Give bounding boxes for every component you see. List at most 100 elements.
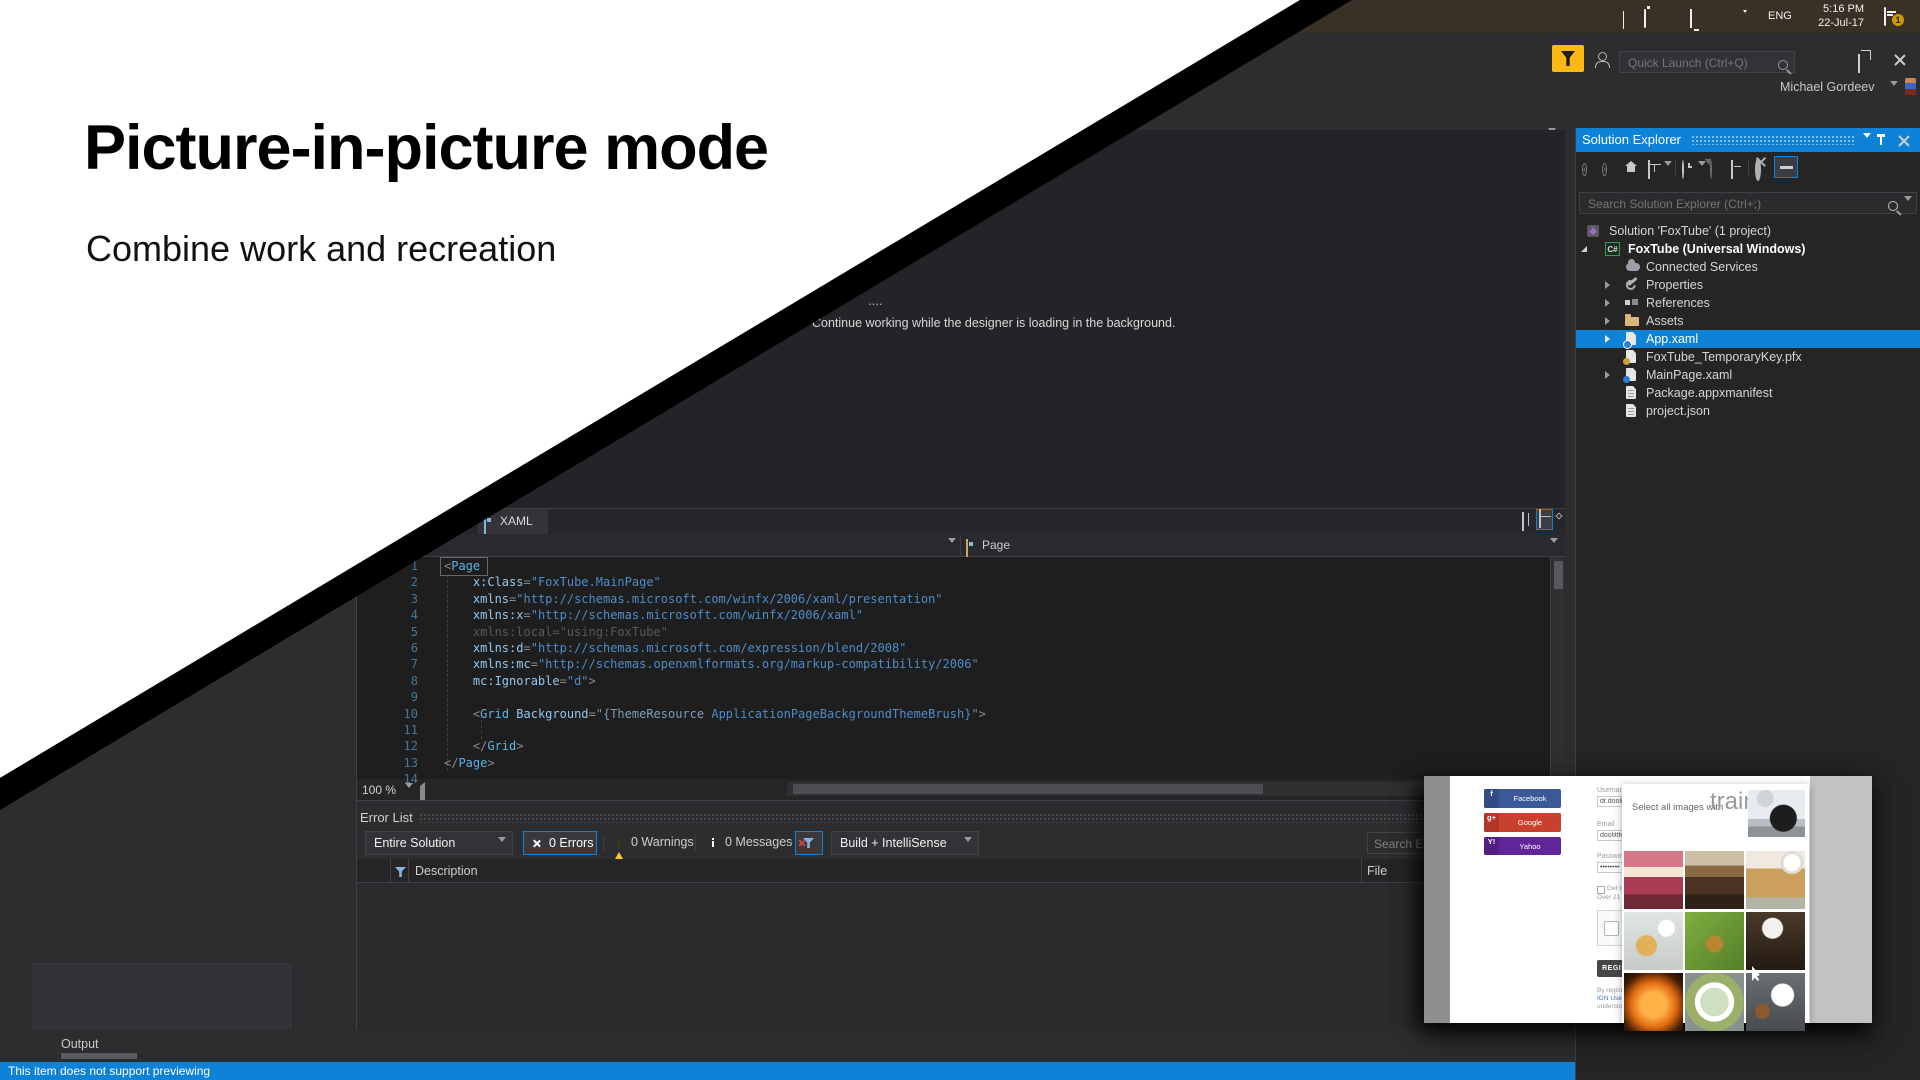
tree-item-references[interactable]: References (1576, 294, 1920, 312)
account-name[interactable]: Michael Gordeev (1780, 80, 1875, 94)
search-icon (1888, 198, 1898, 216)
language-indicator[interactable]: ENG (1768, 10, 1792, 22)
code-line[interactable]: 7 xmlns:mc="http://schemas.openxmlformat… (392, 657, 979, 673)
tree-item-project-foxtube[interactable]: C# FoxTube (Universal Windows) (1576, 240, 1920, 258)
tree-item-appxmanifest[interactable]: Package.appxmanifest (1576, 384, 1920, 402)
filter-button[interactable] (795, 831, 823, 855)
error-list-title[interactable]: Error List (360, 810, 413, 825)
forward-button[interactable]: › (1602, 159, 1607, 177)
solution-explorer-search[interactable] (1579, 192, 1917, 214)
solution-search-input[interactable] (1586, 195, 1870, 213)
output-tab-grip[interactable] (61, 1053, 137, 1059)
code-line[interactable]: 1<Page (392, 559, 480, 575)
code-line[interactable]: 6 xmlns:d="http://schemas.microsoft.com/… (392, 641, 906, 657)
expander-icon[interactable] (1605, 335, 1610, 343)
status-message: This item does not support previewing (8, 1064, 210, 1078)
captcha-image[interactable] (1624, 851, 1683, 909)
description-column-header[interactable]: Description (415, 864, 478, 878)
xaml-pane-tab[interactable]: XAML (478, 509, 548, 534)
properties-button[interactable] (1755, 161, 1761, 179)
code-line[interactable]: 13</Page> (392, 756, 495, 772)
expander-icon[interactable] (1605, 299, 1610, 307)
messages-count[interactable]: 0 Messages (725, 835, 792, 849)
captcha-image[interactable] (1685, 973, 1744, 1031)
collapse-all-button[interactable] (1731, 161, 1733, 179)
chevron-down-icon[interactable] (1698, 166, 1706, 184)
error-list-body[interactable] (357, 883, 1565, 1031)
quick-launch-box[interactable] (1619, 51, 1795, 73)
account-avatar[interactable] (1905, 78, 1916, 95)
tree-item-connected-services[interactable]: Connected Services (1576, 258, 1920, 276)
refresh-button[interactable] (1710, 161, 1712, 179)
quick-launch-input[interactable] (1626, 54, 1770, 72)
age-checkbox[interactable] (1597, 886, 1605, 894)
feedback-flag-button[interactable] (1552, 45, 1584, 72)
expander-icon[interactable] (1605, 371, 1610, 379)
google-login-button[interactable]: g+ Google (1484, 813, 1561, 832)
code-line[interactable]: 2 x:Class="FoxTube.MainPage" (392, 575, 661, 591)
tree-item-assets[interactable]: Assets (1576, 312, 1920, 330)
code-line[interactable]: 5 xmlns:local="using:FoxTube" (392, 625, 668, 641)
captcha-image[interactable] (1685, 912, 1744, 970)
editor-vertical-scrollbar[interactable] (1550, 557, 1565, 779)
tab-output[interactable]: Output (61, 1037, 99, 1051)
folder-icon (1625, 317, 1639, 326)
tree-item-mainpage[interactable]: MainPage.xaml (1576, 366, 1920, 384)
captcha-image[interactable] (1746, 973, 1805, 1031)
clock-date[interactable]: 22-Jul-17 (1806, 17, 1864, 29)
preview-selected-items-toggle[interactable] (1774, 156, 1798, 178)
captcha-image[interactable] (1746, 851, 1805, 909)
captcha-image[interactable] (1746, 912, 1805, 970)
vertical-split-button[interactable] (1522, 513, 1524, 531)
tree-item-projectjson[interactable]: project.json (1576, 402, 1920, 420)
pending-changes-filter-button[interactable] (1682, 161, 1684, 179)
expander-open-icon[interactable] (1581, 246, 1587, 252)
expander-icon[interactable] (1605, 281, 1610, 289)
code-line[interactable]: 8 mc:Ignorable="d"> (392, 674, 596, 690)
solution-explorer-titlebar[interactable]: Solution Explorer (1576, 128, 1920, 152)
action-center-icon[interactable]: 1 (1884, 8, 1886, 26)
yahoo-login-button[interactable]: Y! Yahoo (1484, 837, 1561, 855)
network-display-icon[interactable] (1690, 10, 1692, 28)
element-breadcrumb[interactable]: Page (982, 538, 1010, 552)
tray-expand-icon[interactable] (1623, 12, 1624, 30)
tree-item-appxaml-selected[interactable]: App.xaml (1576, 330, 1920, 348)
code-line[interactable]: 10 <Grid Background="{ThemeResource Appl… (392, 707, 986, 723)
code-line[interactable]: 3 xmlns="http://schemas.microsoft.com/wi… (392, 592, 943, 608)
restore-button[interactable] (1858, 55, 1860, 73)
code-line[interactable]: 9 (392, 690, 444, 706)
chevron-down-icon[interactable] (1664, 166, 1672, 184)
code-line[interactable]: 4 xmlns:x="http://schemas.microsoft.com/… (392, 608, 863, 624)
window-position-icon[interactable] (1863, 138, 1871, 156)
tree-item-pfx[interactable]: FoxTube_TemporaryKey.pfx (1576, 348, 1920, 366)
horizontal-split-button[interactable] (1536, 509, 1553, 530)
expander-icon[interactable] (1605, 317, 1610, 325)
scrollbar-thumb[interactable] (1554, 561, 1563, 589)
sync-with-active-document-button[interactable] (1648, 161, 1650, 179)
tree-item-solution[interactable]: Solution 'FoxTube' (1 project) (1576, 222, 1920, 240)
json-lines-icon (1628, 408, 1634, 415)
tree-item-properties[interactable]: Properties (1576, 276, 1920, 294)
clock-time[interactable]: 5:16 PM (1806, 3, 1864, 15)
back-button[interactable]: ‹ (1582, 159, 1587, 177)
usb-icon[interactable] (1644, 10, 1646, 28)
code-line[interactable]: 12 </Grid> (392, 739, 524, 755)
scrollbar-thumb[interactable] (793, 784, 1263, 794)
xaml-badge-icon (1623, 376, 1630, 383)
code-line[interactable]: 14 (392, 772, 444, 788)
file-column-header[interactable]: File (1367, 864, 1387, 878)
chevron-down-icon[interactable] (1904, 201, 1912, 219)
error-scope-dropdown[interactable]: Entire Solution (365, 831, 513, 855)
captcha-image[interactable] (1685, 851, 1744, 909)
recaptcha-checkbox[interactable] (1604, 921, 1619, 936)
zoom-level[interactable]: 100 % (362, 783, 396, 797)
build-intellisense-dropdown[interactable]: Build + IntelliSense (831, 831, 979, 855)
warnings-count[interactable]: 0 Warnings (631, 835, 694, 849)
captcha-image[interactable] (1624, 973, 1683, 1031)
captcha-image[interactable] (1624, 912, 1683, 970)
pip-browser-window[interactable]: f Facebook g+ Google Y! Yahoo Username E… (1424, 776, 1872, 1023)
code-line[interactable]: 11 (392, 723, 444, 739)
facebook-login-button[interactable]: f Facebook (1484, 789, 1561, 808)
errors-filter-button[interactable]: 0 Errors (523, 831, 597, 855)
account-dropdown-icon[interactable] (1890, 86, 1898, 104)
